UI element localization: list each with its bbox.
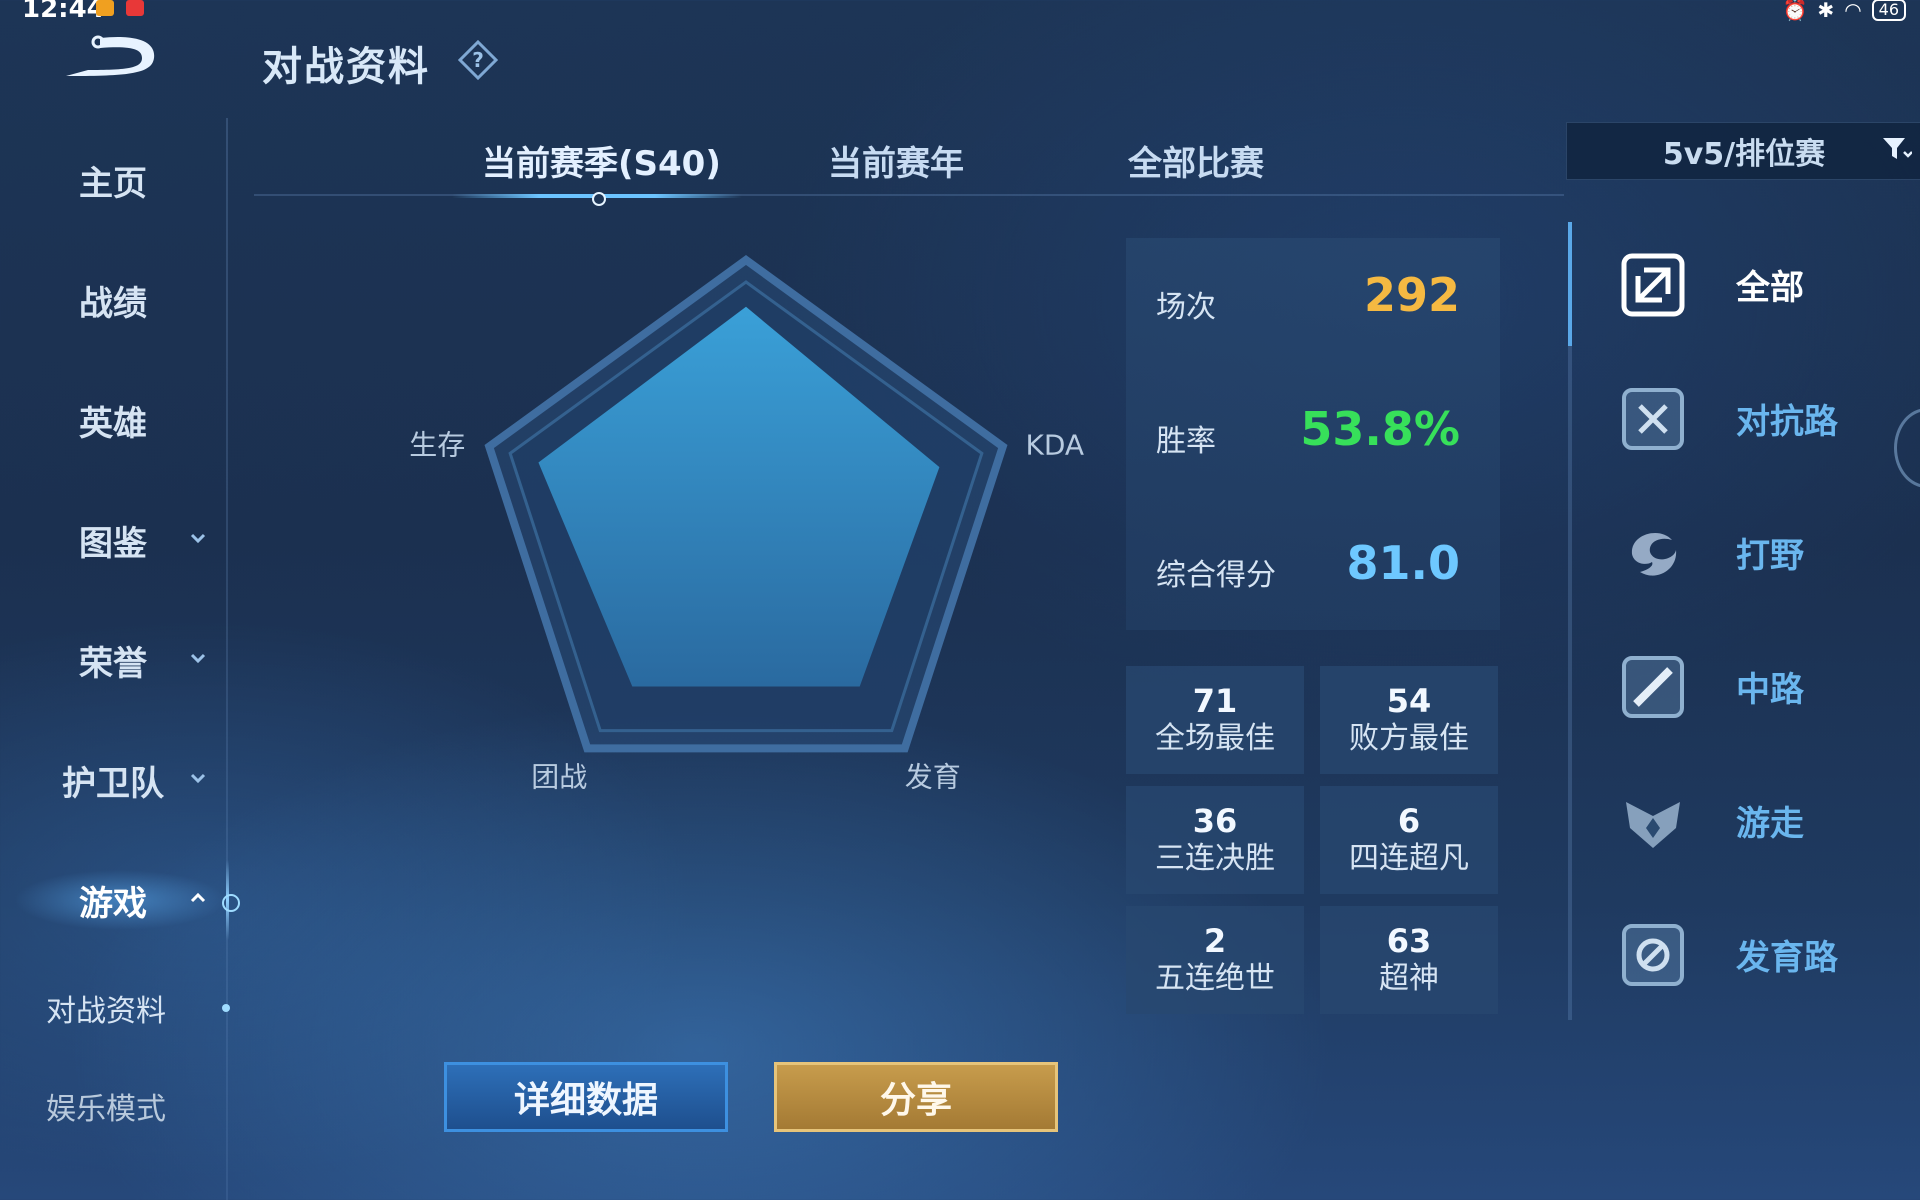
achievement-cell: 2 五连绝世: [1126, 906, 1304, 1014]
sidebar-item-label: 战绩: [79, 283, 147, 324]
detail-data-button[interactable]: 详细数据: [444, 1062, 728, 1132]
roam-icon: [1626, 802, 1680, 848]
achievement-label: 超神: [1379, 961, 1439, 996]
achievement-cell: 6 四连超凡: [1320, 786, 1498, 894]
tab-current-year[interactable]: 当前赛年: [828, 136, 964, 185]
lane-label: 全部: [1736, 268, 1804, 308]
lane-item-clash[interactable]: 对抗路: [1620, 372, 1920, 462]
lane-item-farm[interactable]: 发育路: [1620, 908, 1920, 998]
mode-filter-select[interactable]: 5v5/排位赛: [1566, 122, 1920, 180]
lane-label: 游走: [1736, 804, 1804, 844]
achievement-label: 全场最佳: [1155, 721, 1275, 756]
wifi-icon: ◠: [1844, 0, 1862, 22]
achievement-count: 63: [1386, 922, 1432, 960]
farm-lane-icon: [1622, 924, 1684, 986]
lane-item-all[interactable]: 全部: [1620, 238, 1920, 328]
back-icon[interactable]: [58, 30, 158, 82]
tab-active-dot: [592, 192, 606, 206]
achievement-count: 6: [1397, 802, 1421, 840]
status-icons: ⏰ ✱ ◠ 46: [1783, 0, 1906, 22]
alarm-icon: ⏰: [1782, 0, 1808, 22]
chevron-up-icon: [190, 892, 206, 903]
achievement-label: 败方最佳: [1349, 721, 1469, 756]
chevron-down-icon: [190, 533, 206, 544]
sidebar-subitem-label: 对战资料: [46, 994, 166, 1029]
lane-item-jungle[interactable]: 打野: [1620, 506, 1920, 596]
share-button[interactable]: 分享: [774, 1062, 1058, 1132]
mode-filter-label: 5v5/排位赛: [1662, 137, 1826, 172]
jungle-icon: [1631, 532, 1677, 576]
lane-item-roam[interactable]: 游走: [1620, 774, 1920, 864]
sidebar-item-label: 游戏: [79, 883, 147, 924]
chevron-down-icon: [190, 653, 206, 664]
stat-label: 胜率: [1156, 424, 1216, 459]
achievement-count: 71: [1192, 682, 1238, 720]
sidebar-item-label: 护卫队: [62, 763, 164, 804]
chevron-down-icon: [190, 773, 206, 784]
stat-score: 综合得分 81.0: [1126, 506, 1500, 636]
page-title: 对战资料: [262, 44, 430, 90]
clash-lane-icon: [1622, 388, 1684, 450]
stat-value: 292: [1363, 268, 1460, 322]
radar-chart: 输出KDA发育团战生存: [409, 255, 1084, 793]
lane-label: 中路: [1736, 670, 1804, 710]
sidebar-item-label: 荣誉: [79, 643, 147, 684]
bluetooth-icon: ✱: [1817, 0, 1835, 22]
tab-current-season[interactable]: 当前赛季(S40): [482, 136, 721, 185]
sidebar-item-heroes[interactable]: 英雄: [0, 380, 226, 460]
all-lanes-icon: [1621, 253, 1685, 317]
status-time: 12:44: [22, 0, 105, 24]
tab-all-matches[interactable]: 全部比赛: [1128, 136, 1264, 185]
lane-item-mid[interactable]: 中路: [1620, 640, 1920, 730]
achievement-count: 54: [1386, 682, 1432, 720]
svg-text:?: ?: [472, 48, 484, 72]
stat-label: 场次: [1156, 290, 1216, 325]
sidebar-item-label: 主页: [79, 163, 147, 204]
sidebar-item-label: 图鉴: [79, 523, 147, 564]
tab-bar-divider: [254, 194, 1564, 196]
mid-lane-icon: [1622, 656, 1684, 718]
lane-label: 对抗路: [1736, 402, 1838, 442]
sidebar-item-game[interactable]: 游戏: [0, 860, 226, 940]
radar-axis-label: 团战: [531, 760, 587, 793]
stat-matches: 场次 292: [1126, 238, 1500, 368]
lane-active-indicator: [1568, 222, 1572, 346]
sidebar-item-label: 英雄: [79, 403, 147, 444]
filter-icon[interactable]: [1880, 132, 1912, 164]
stat-label: 综合得分: [1156, 558, 1276, 593]
radar-axis-label: 生存: [409, 429, 465, 462]
stat-value: 81.0: [1346, 536, 1461, 590]
sidebar-subitem-battle-data[interactable]: 对战资料: [0, 978, 212, 1038]
sub-item-dot: [222, 1004, 230, 1012]
stat-value: 53.8%: [1300, 402, 1460, 456]
achievement-cell: 36 三连决胜: [1126, 786, 1304, 894]
achievement-cell: 71 全场最佳: [1126, 666, 1304, 774]
sidebar-item-guard[interactable]: 护卫队: [0, 740, 226, 820]
help-icon[interactable]: ?: [458, 40, 498, 80]
sidebar-divider: [226, 118, 228, 1200]
lane-label: 打野: [1736, 536, 1804, 576]
notification-icon: [126, 0, 144, 16]
sidebar-subitem-entertainment[interactable]: 娱乐模式: [0, 1076, 212, 1136]
sidebar-item-honor[interactable]: 荣誉: [0, 620, 226, 700]
radar-axis-label: KDA: [1025, 429, 1084, 462]
sidebar-item-records[interactable]: 战绩: [0, 260, 226, 340]
battery-icon: 46: [1871, 0, 1906, 21]
achievement-count: 2: [1203, 922, 1227, 960]
radar-axis-label: 发育: [905, 760, 961, 793]
achievement-label: 五连绝世: [1155, 961, 1275, 996]
lane-label: 发育路: [1736, 938, 1838, 978]
achievement-cell: 54 败方最佳: [1320, 666, 1498, 774]
stat-winrate: 胜率 53.8%: [1126, 372, 1500, 502]
sidebar-subitem-label: 娱乐模式: [46, 1092, 166, 1127]
notification-icon: [96, 0, 114, 16]
sidebar-item-codex[interactable]: 图鉴: [0, 500, 226, 580]
achievement-label: 四连超凡: [1349, 841, 1469, 876]
achievement-cell: 63 超神: [1320, 906, 1498, 1014]
achievement-label: 三连决胜: [1155, 841, 1275, 876]
sidebar-item-home[interactable]: 主页: [0, 140, 226, 220]
achievement-count: 36: [1192, 802, 1238, 840]
